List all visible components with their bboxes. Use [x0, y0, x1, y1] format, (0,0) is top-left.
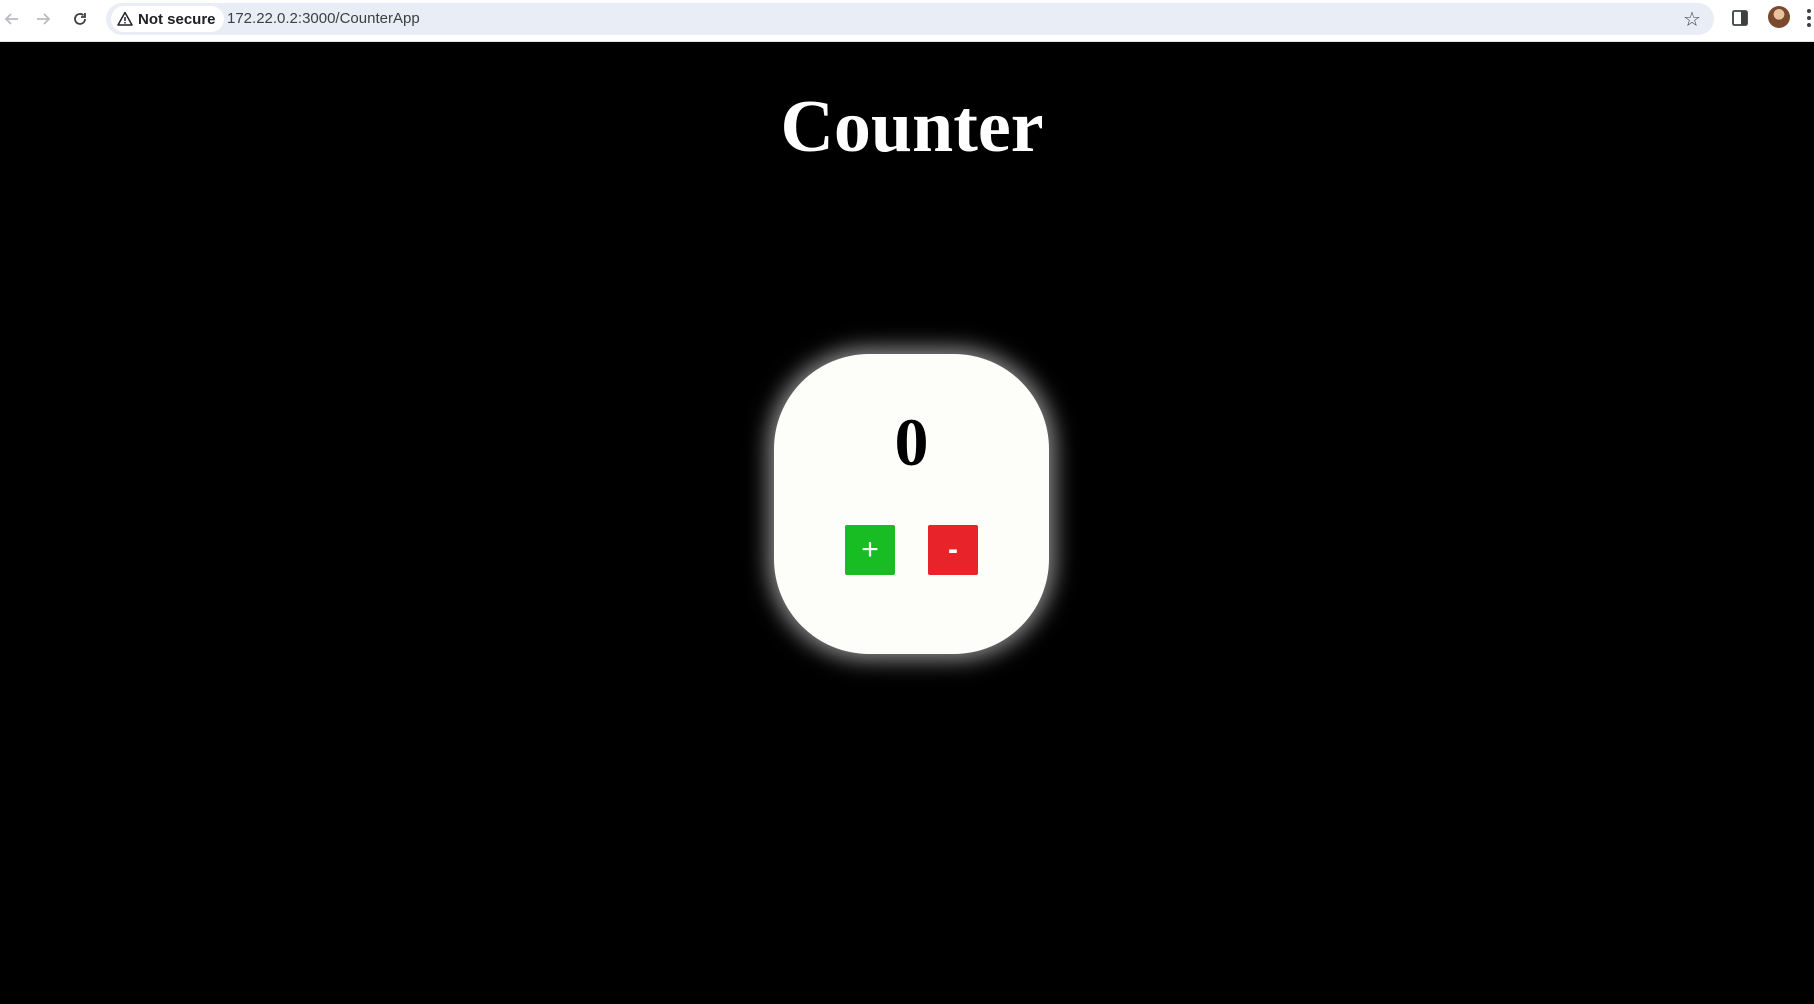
- back-icon[interactable]: [0, 7, 24, 31]
- decrement-button[interactable]: -: [928, 525, 978, 575]
- page-title: Counter: [780, 86, 1044, 168]
- avatar[interactable]: [1768, 6, 1790, 28]
- counter-card: 0 + -: [774, 354, 1049, 654]
- menu-icon[interactable]: [1806, 8, 1812, 28]
- reload-icon[interactable]: [68, 7, 92, 31]
- security-label: Not secure: [138, 10, 216, 28]
- increment-button[interactable]: +: [845, 525, 895, 575]
- star-icon[interactable]: ☆: [1680, 7, 1704, 31]
- url-text[interactable]: 172.22.0.2:3000/CounterApp: [227, 3, 420, 35]
- counter-value: 0: [894, 404, 929, 480]
- page-content: Counter 0 + -: [0, 42, 1814, 1004]
- security-chip[interactable]: Not secure: [111, 6, 224, 32]
- browser-toolbar: Not secure 172.22.0.2:3000/CounterApp ☆: [0, 0, 1814, 42]
- warning-icon: [117, 11, 133, 26]
- address-bar[interactable]: Not secure 172.22.0.2:3000/CounterApp ☆: [106, 3, 1714, 35]
- forward-icon[interactable]: [31, 7, 55, 31]
- side-panel-icon[interactable]: [1731, 9, 1749, 27]
